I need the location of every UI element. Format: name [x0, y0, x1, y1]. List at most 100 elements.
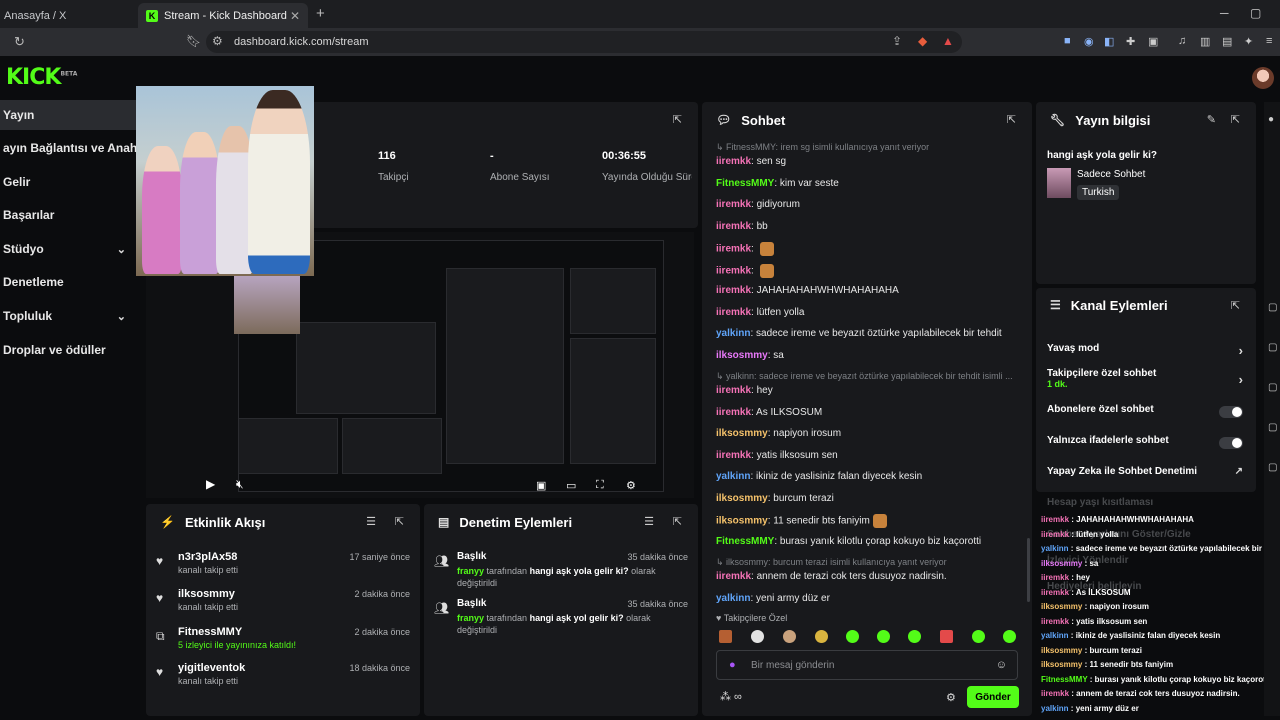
- toolbar-icon[interactable]: ▢: [1268, 422, 1277, 433]
- minimize-icon[interactable]: ─: [1220, 6, 1229, 20]
- sidebar-icon[interactable]: ▥: [1200, 35, 1210, 48]
- extension-icon[interactable]: ◉: [1084, 35, 1094, 48]
- chat-message[interactable]: iiremkk: yatis ilksosum sen: [716, 450, 1026, 461]
- filter-icon[interactable]: ☰: [644, 515, 654, 528]
- chat-message[interactable]: FitnessMMY: kim var seste: [716, 178, 1026, 189]
- puzzle-icon[interactable]: ✚: [1126, 35, 1135, 48]
- close-tab-icon[interactable]: ✕: [290, 9, 300, 23]
- toolbar-icon[interactable]: ▢: [1268, 342, 1277, 353]
- sidebar-item-studio[interactable]: Stüdyo ⌄: [0, 234, 136, 264]
- fullscreen-icon[interactable]: ⛶: [596, 479, 604, 492]
- ai-moderation-row[interactable]: Yapay Zeka ile Sohbet Denetimi ↗: [1047, 466, 1247, 486]
- slow-mode-row[interactable]: Yavaş mod ›: [1047, 343, 1247, 363]
- chat-message[interactable]: yalkinn: sadece ireme ve beyazıt öztürke…: [716, 328, 1026, 339]
- popout-icon[interactable]: ⇱: [673, 515, 682, 528]
- sidebar-item-connection[interactable]: ayın Bağlantısı ve Anahtarı: [0, 133, 136, 163]
- menu-icon[interactable]: ≡: [1266, 35, 1272, 47]
- settings-icon[interactable]: ⚙: [626, 479, 636, 492]
- sidebar-item-revenue[interactable]: Gelir: [0, 167, 136, 197]
- emote[interactable]: [846, 630, 859, 643]
- chat-message[interactable]: ilksosmmy: burcum terazi: [716, 493, 1026, 504]
- reload-icon[interactable]: ↻: [14, 34, 25, 50]
- chat-message[interactable]: yalkinn: ikiniz de yaslisiniz falan diye…: [716, 471, 1026, 482]
- translate-icon[interactable]: ◧: [1104, 35, 1114, 48]
- chat-message[interactable]: iiremkk: sen sg: [716, 156, 1026, 167]
- chat-message[interactable]: iiremkk: As İLKSOSUM: [716, 407, 1026, 418]
- popout-icon[interactable]: ⇱: [1231, 299, 1240, 312]
- url-field[interactable]: dashboard.kick.com/stream: [206, 31, 962, 53]
- chat-message[interactable]: ilksosmmy: sa: [716, 350, 1026, 361]
- emote[interactable]: [751, 630, 764, 643]
- extension-icon[interactable]: ■: [1064, 35, 1071, 47]
- followers-chat-row[interactable]: Takipçilere özel sohbet 1 dk. ›: [1047, 368, 1247, 394]
- new-tab-icon[interactable]: +: [316, 5, 325, 22]
- subs-chat-toggle[interactable]: [1219, 406, 1243, 418]
- brave-shield-icon[interactable]: ◆: [918, 34, 927, 48]
- chat-message[interactable]: iiremkk: lütfen yolla: [716, 307, 1026, 318]
- sidebar-item-moderation[interactable]: Denetleme: [0, 267, 136, 297]
- sidebar-item-stream[interactable]: Yayın: [0, 100, 136, 130]
- chat-scrollbar[interactable]: [1027, 538, 1030, 602]
- bookmark-icon[interactable]: 🔖︎: [186, 34, 201, 48]
- emote-chat-row[interactable]: Yalnızca ifadelerle sohbet: [1047, 435, 1247, 455]
- toolbar-icon[interactable]: ●: [1268, 114, 1274, 125]
- maximize-icon[interactable]: ▢: [1250, 6, 1261, 20]
- emote[interactable]: [908, 630, 921, 643]
- popout-icon[interactable]: ⇱: [1231, 113, 1240, 126]
- emoji-icon[interactable]: ☺: [996, 659, 1007, 671]
- site-info-icon[interactable]: ⚙︎: [212, 34, 223, 48]
- chat-settings-icon[interactable]: ⚙: [946, 691, 956, 704]
- theater-icon[interactable]: ▭: [566, 479, 576, 492]
- kick-logo[interactable]: KICKBETA: [6, 65, 77, 90]
- emote[interactable]: [877, 630, 890, 643]
- share-icon[interactable]: ⇪: [892, 34, 902, 48]
- sidebar-item-community[interactable]: Topluluk ⌄: [0, 301, 136, 331]
- filter-icon[interactable]: ☰: [366, 515, 376, 528]
- rewards-icon[interactable]: ▲: [942, 34, 954, 48]
- ai-icon[interactable]: ✦: [1244, 35, 1253, 48]
- cast-icon[interactable]: ▣: [1148, 35, 1158, 48]
- popout-icon[interactable]: ⇱: [673, 113, 682, 126]
- chat-message[interactable]: FitnessMMY: burası yanık kilotlu çorap k…: [716, 536, 1026, 547]
- tab-x[interactable]: Anasayfa / X: [0, 3, 130, 28]
- emote-icon: [759, 263, 774, 278]
- toolbar-icon[interactable]: ▢: [1268, 382, 1277, 393]
- points-icon[interactable]: ⁂ ∞: [720, 690, 742, 703]
- subs-chat-row[interactable]: Abonelere özel sohbet: [1047, 404, 1247, 424]
- sidebar-item-drops[interactable]: Droplar ve ödüller: [0, 335, 136, 365]
- chat-message[interactable]: iiremkk:: [716, 263, 1026, 278]
- toolbar-icon[interactable]: ▢: [1268, 302, 1277, 313]
- chat-message[interactable]: iiremkk: annem de terazi cok ters dusuyo…: [716, 571, 1026, 582]
- emote[interactable]: [815, 630, 828, 643]
- emote[interactable]: [783, 630, 796, 643]
- chat-input[interactable]: ● Bir mesaj gönderin ☺: [716, 650, 1018, 680]
- chat-message[interactable]: iiremkk: bb: [716, 221, 1026, 232]
- emote[interactable]: [940, 630, 953, 643]
- chat-message[interactable]: iiremkk: gidiyorum: [716, 199, 1026, 210]
- popout-icon[interactable]: ⇱: [395, 515, 404, 528]
- emote[interactable]: [719, 630, 732, 643]
- pip-icon[interactable]: ▣: [536, 479, 546, 492]
- popout-icon[interactable]: ⇱: [1007, 113, 1016, 126]
- music-icon[interactable]: ♫: [1178, 35, 1186, 47]
- mute-icon[interactable]: 🔇︎: [236, 477, 244, 492]
- user-avatar[interactable]: [1252, 67, 1274, 89]
- play-icon[interactable]: ▶: [206, 477, 215, 491]
- emote-chat-toggle[interactable]: [1219, 437, 1243, 449]
- sidebar-item-achievements[interactable]: Başarılar: [0, 200, 136, 230]
- edit-icon[interactable]: ✎: [1207, 113, 1216, 126]
- chat-message[interactable]: iiremkk: hey: [716, 385, 1026, 396]
- chat-message[interactable]: ilksosmmy: napiyon irosum: [716, 428, 1026, 439]
- chat-message[interactable]: yalkinn: yeni army düz er: [716, 593, 1026, 604]
- tab-kick-dashboard[interactable]: K Stream - Kick Dashboard ✕: [138, 3, 308, 28]
- chat-message[interactable]: ilksosmmy: 11 senedir bts faniyim: [716, 514, 1026, 528]
- send-button[interactable]: Gönder: [967, 686, 1019, 708]
- emote[interactable]: [972, 630, 985, 643]
- chat-message[interactable]: iiremkk:: [716, 242, 1026, 256]
- wallet-icon[interactable]: ▤: [1222, 35, 1232, 48]
- host-icon: ⧉: [156, 629, 165, 643]
- chat-message[interactable]: iiremkk: JAHAHAHAHWHWHAHAHAHA: [716, 285, 1026, 296]
- toolbar-icon[interactable]: ▢: [1268, 462, 1277, 473]
- mic-icon[interactable]: ●: [729, 659, 736, 671]
- emote[interactable]: [1003, 630, 1016, 643]
